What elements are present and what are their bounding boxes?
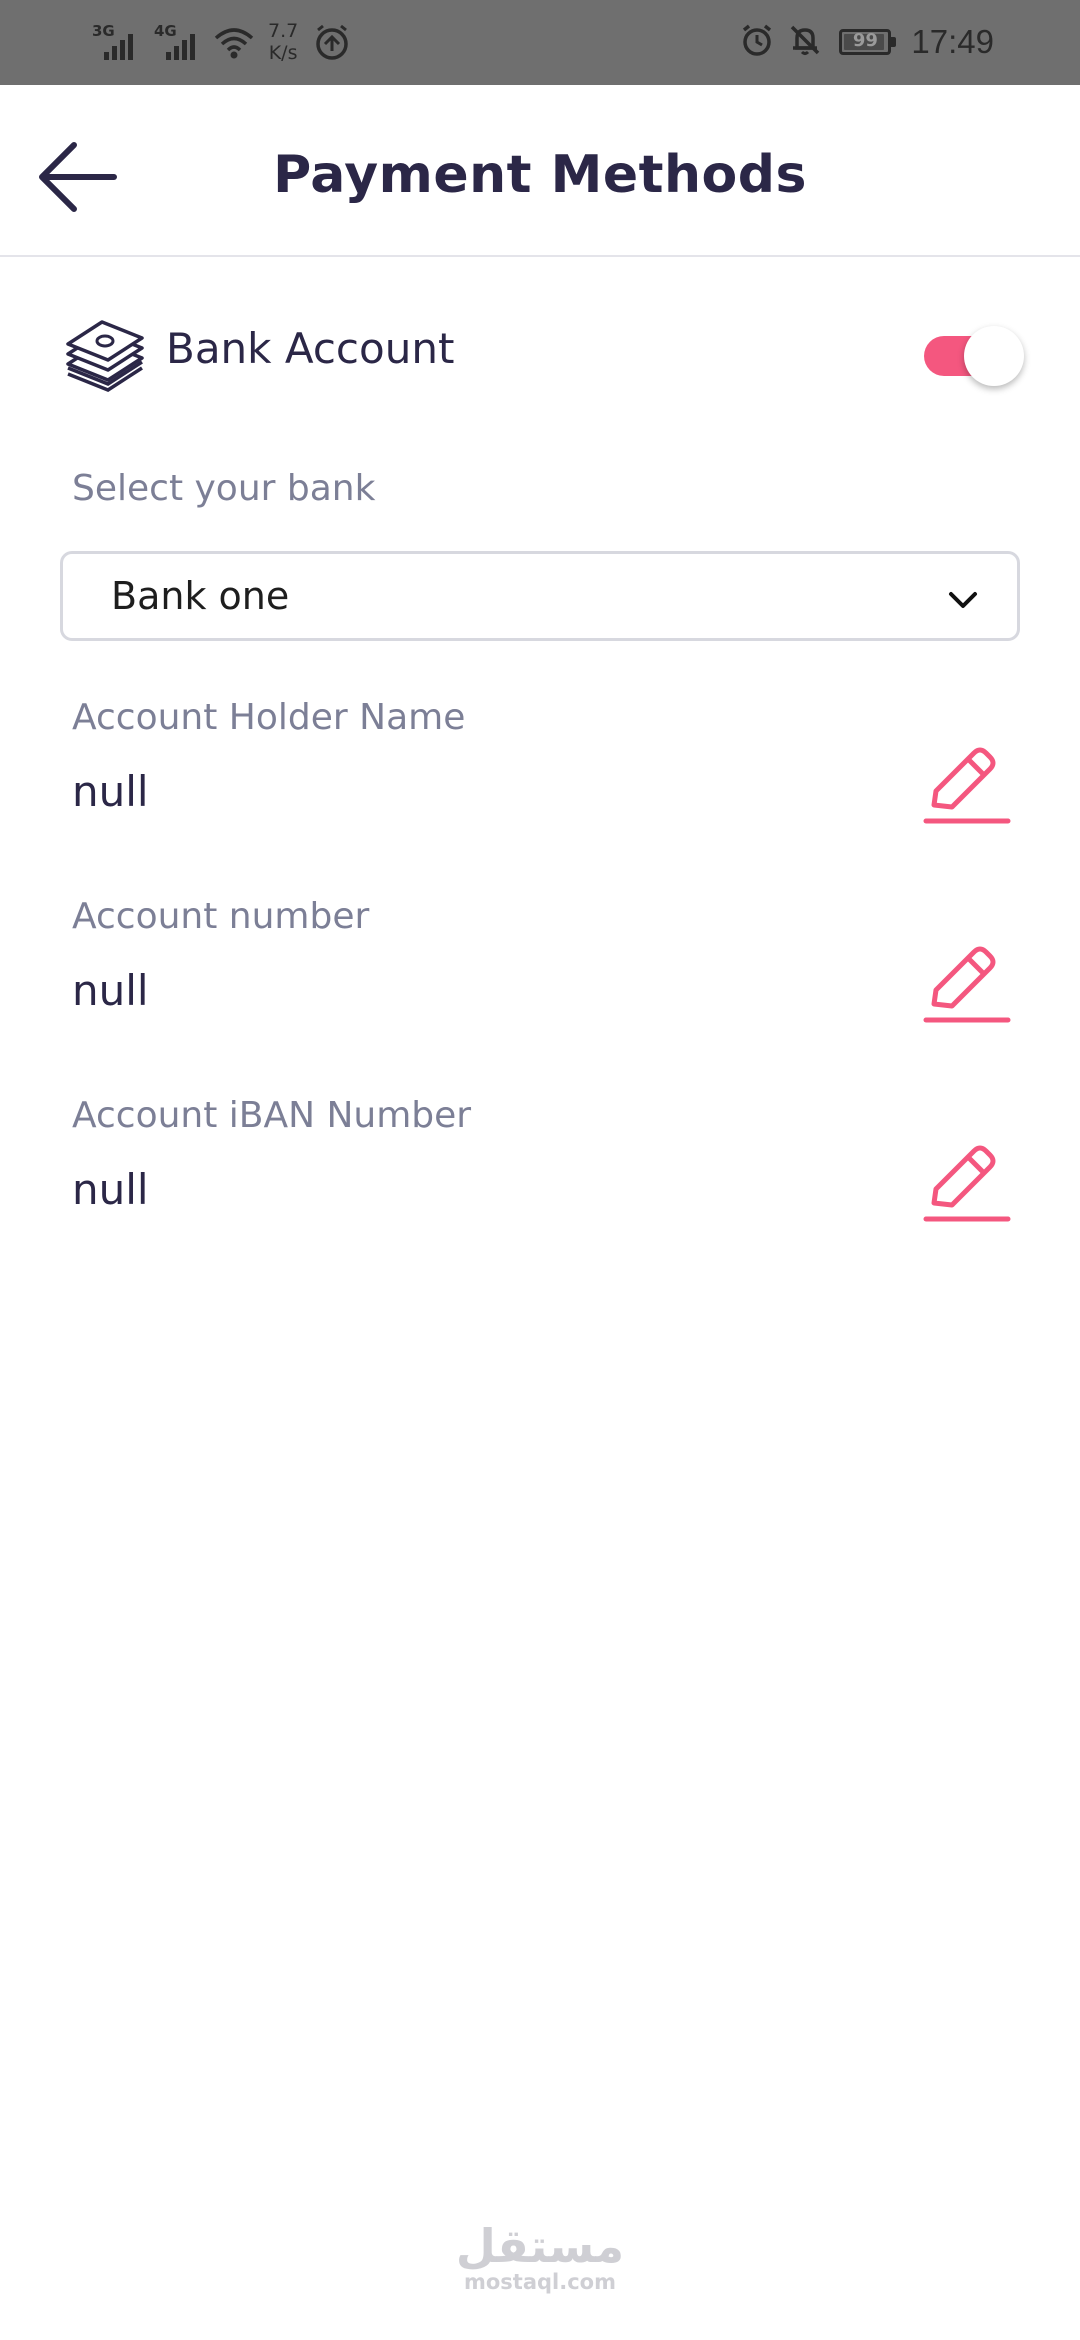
edit-account-holder-name-button[interactable] <box>922 739 1012 829</box>
pencil-icon <box>923 747 1011 824</box>
wifi-icon <box>212 20 256 64</box>
battery-icon: 99 <box>839 29 897 55</box>
data-saver-icon <box>312 20 352 64</box>
chevron-down-icon <box>949 592 977 608</box>
select-bank-label: Select your bank <box>72 468 376 509</box>
bank-account-toggle[interactable] <box>924 326 1024 386</box>
status-time: 17:49 <box>911 23 994 60</box>
alarm-icon <box>739 22 775 62</box>
network-speed: 7.7 K/s <box>268 20 298 64</box>
pencil-icon <box>923 1145 1011 1222</box>
account-holder-name-field: Account Holder Name null <box>72 697 1012 847</box>
field-label: Account Holder Name <box>72 697 466 738</box>
signal-3g-icon: 3G <box>88 20 142 64</box>
field-label: Account number <box>72 896 370 937</box>
field-value: null <box>72 1165 149 1214</box>
watermark-latin: mostaql.com <box>464 2270 616 2294</box>
battery-level: 99 <box>852 30 878 51</box>
bank-account-section: Bank Account <box>64 312 1024 402</box>
field-label: Account iBAN Number <box>72 1095 472 1136</box>
bank-dropdown-value: Bank one <box>111 574 290 618</box>
signal-4g-icon: 4G <box>150 20 204 64</box>
watermark-arabic: مستقل <box>455 2219 625 2273</box>
pencil-icon <box>923 946 1011 1023</box>
field-value: null <box>72 767 149 816</box>
account-iban-field: Account iBAN Number null <box>72 1095 1012 1245</box>
field-value: null <box>72 966 149 1015</box>
app-bar: Payment Methods <box>0 85 1080 257</box>
network-speed-unit: K/s <box>268 42 298 64</box>
bank-account-title: Bank Account <box>166 324 455 373</box>
bank-dropdown[interactable]: Bank one <box>60 551 1020 641</box>
notifications-off-icon <box>787 22 823 62</box>
status-bar-right: 99 17:49 <box>739 14 994 70</box>
account-number-field: Account number null <box>72 896 1012 1046</box>
edit-account-number-button[interactable] <box>922 938 1012 1028</box>
status-bar: 3G 4G 7.7 K/s 99 17:49 <box>0 0 1080 85</box>
money-stack-icon <box>64 316 146 392</box>
edit-account-iban-button[interactable] <box>922 1137 1012 1227</box>
toggle-knob <box>964 326 1024 386</box>
network-speed-value: 7.7 <box>268 20 299 42</box>
watermark: مستقل mostaql.com <box>0 2222 1080 2294</box>
page-title: Payment Methods <box>273 145 807 205</box>
status-bar-left: 3G 4G 7.7 K/s <box>88 14 352 70</box>
